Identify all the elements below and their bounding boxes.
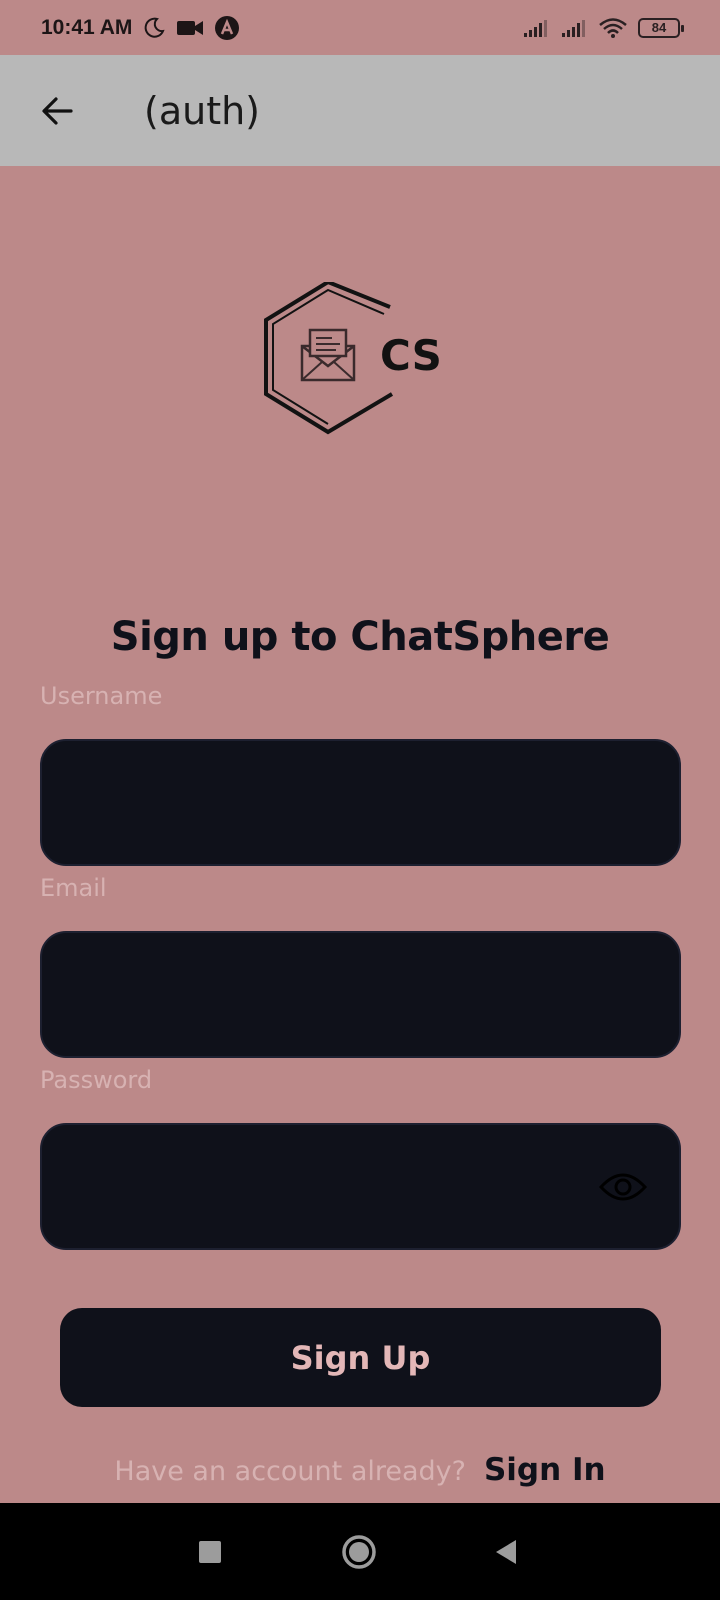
moon-icon <box>142 16 166 40</box>
username-input[interactable] <box>42 741 679 864</box>
sign-up-button[interactable]: Sign Up <box>60 1308 661 1407</box>
app-title: (auth) <box>144 88 261 133</box>
app-logo: CS <box>262 279 462 442</box>
signal-icon <box>522 18 550 38</box>
email-label: Email <box>40 874 107 902</box>
app-bar: (auth) <box>0 55 720 166</box>
envelope-icon <box>300 328 356 382</box>
email-input[interactable] <box>42 933 679 1056</box>
recent-apps-icon[interactable] <box>198 1540 222 1564</box>
arrow-left-icon <box>42 96 73 125</box>
app-notification-icon <box>214 15 240 41</box>
username-label: Username <box>40 682 163 710</box>
password-input[interactable] <box>42 1125 679 1248</box>
system-nav-bar <box>0 1503 720 1600</box>
battery-icon: 84 <box>638 17 684 38</box>
signal-icon <box>560 18 588 38</box>
home-icon[interactable] <box>341 1534 377 1570</box>
status-right: 84 <box>522 17 684 39</box>
email-field[interactable] <box>40 931 681 1058</box>
status-left: 10:41 AM <box>41 15 240 41</box>
status-bar: 10:41 AM 84 <box>0 0 720 55</box>
sign-in-prompt: Have an account already? Sign In <box>0 1452 720 1488</box>
password-field[interactable] <box>40 1123 681 1250</box>
back-triangle-icon[interactable] <box>494 1538 518 1566</box>
sign-in-link[interactable]: Sign In <box>484 1452 606 1488</box>
eye-icon[interactable] <box>598 1171 648 1207</box>
password-label: Password <box>40 1066 153 1094</box>
logo-text: CS <box>380 331 442 380</box>
video-camera-icon <box>176 18 204 38</box>
status-time: 10:41 AM <box>41 15 133 39</box>
wifi-icon <box>598 17 628 39</box>
back-button[interactable] <box>27 81 87 141</box>
username-field[interactable] <box>40 739 681 866</box>
footer-prompt: Have an account already? <box>114 1456 466 1487</box>
page-title: Sign up to ChatSphere <box>110 614 610 660</box>
